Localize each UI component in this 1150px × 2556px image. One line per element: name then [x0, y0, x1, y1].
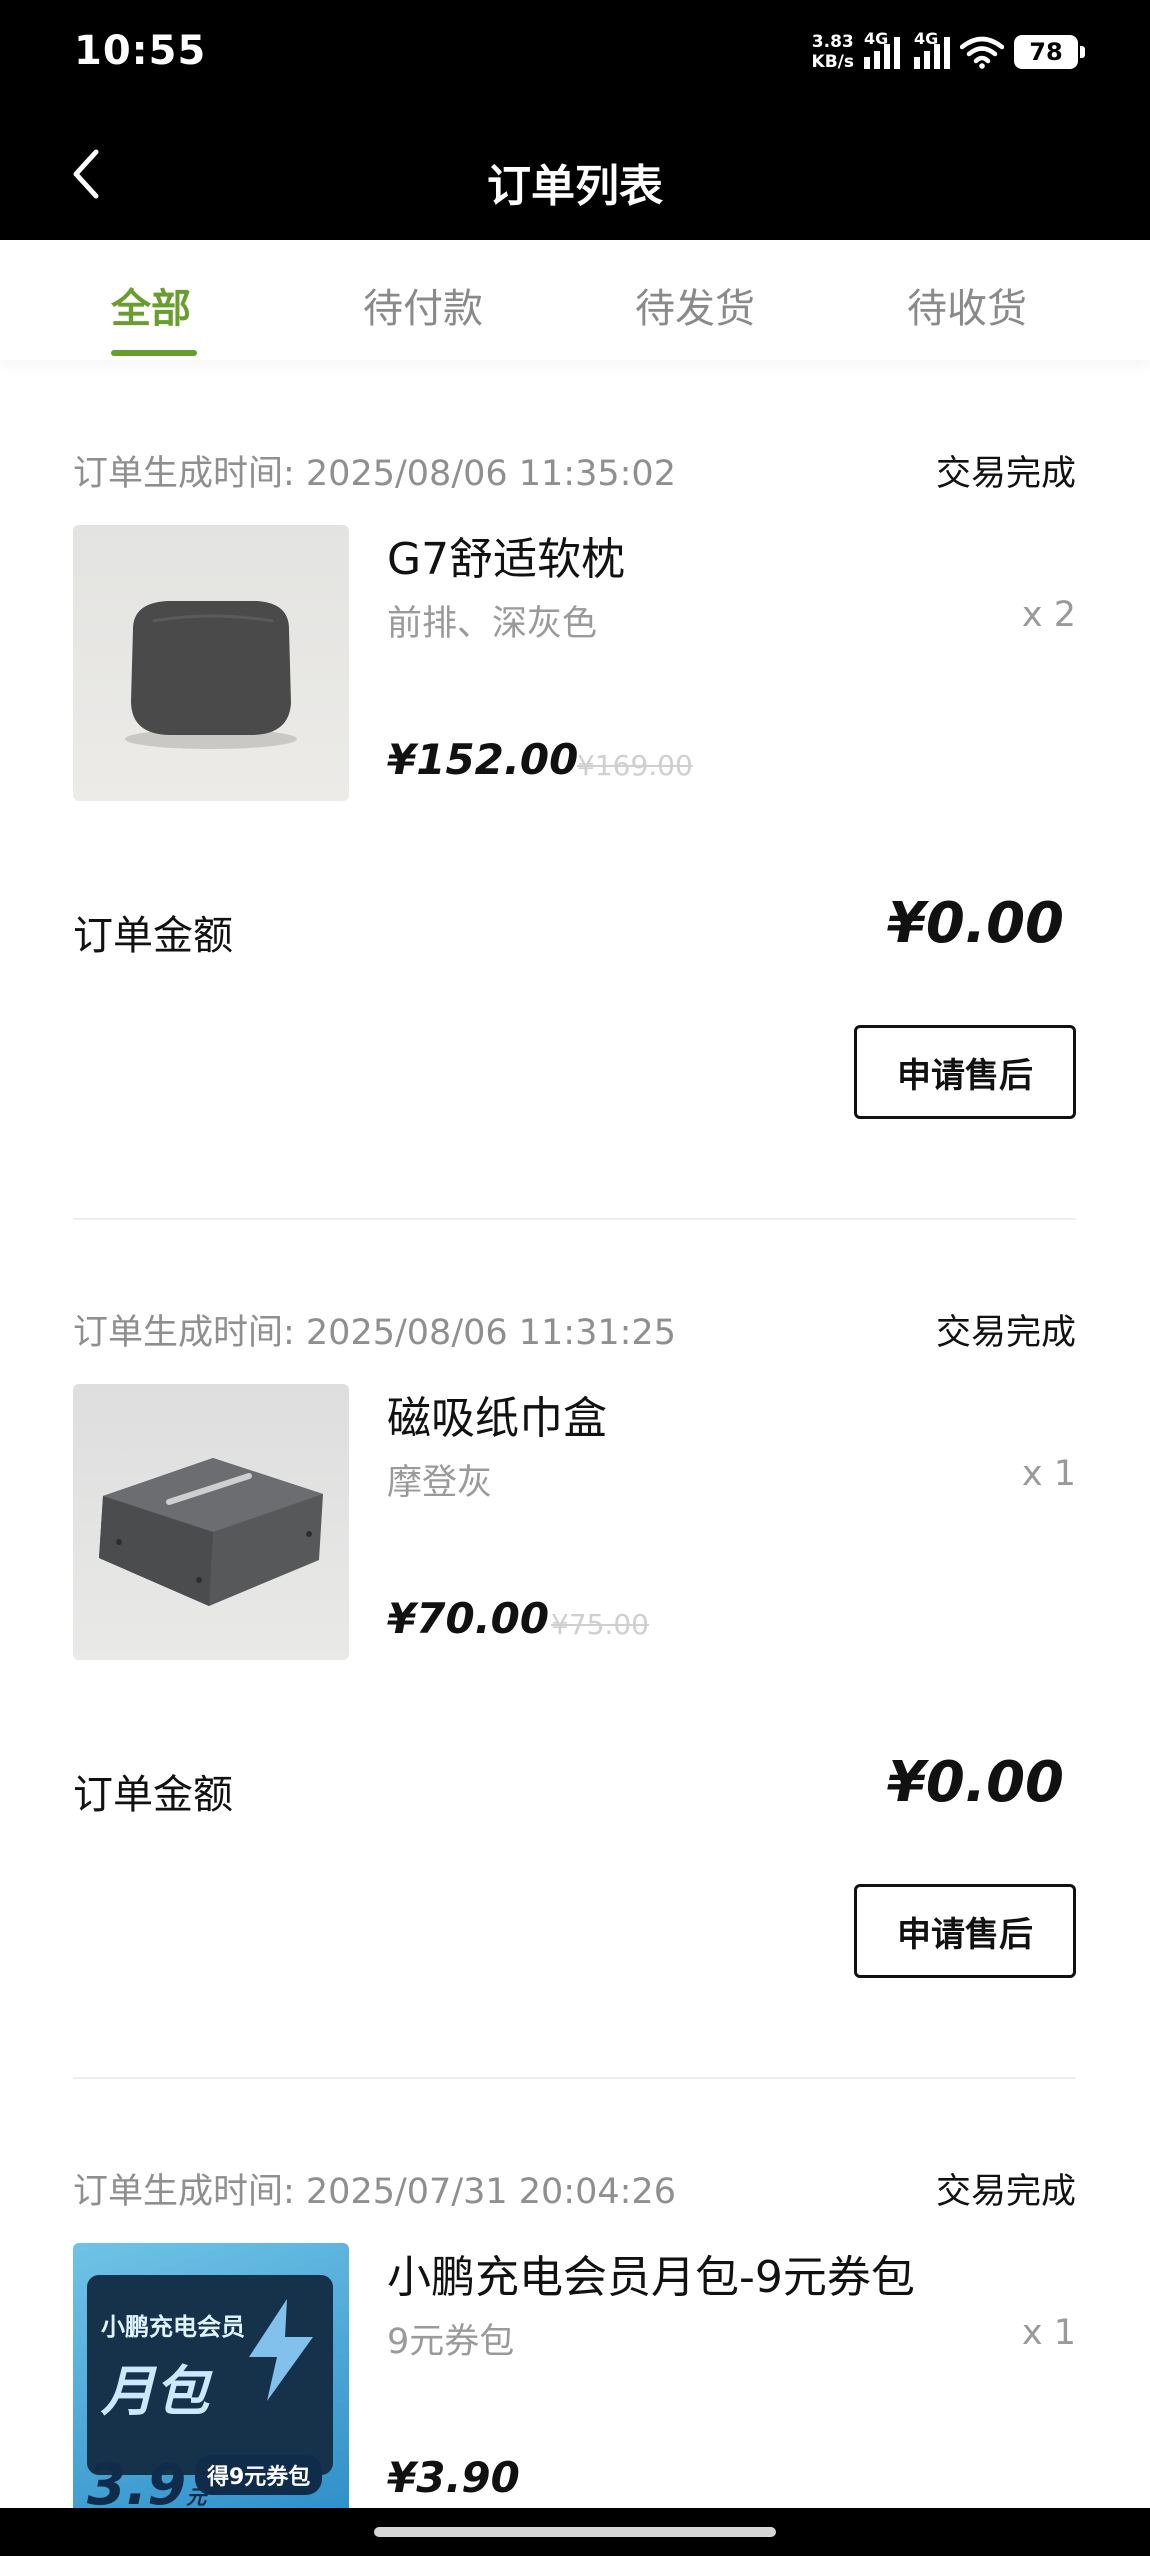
tab-pending-payment[interactable]: 待付款 — [363, 276, 483, 334]
lightning-icon — [249, 2299, 313, 2401]
product-name: 小鹏充电会员月包-9元券包 — [387, 2252, 915, 2303]
coupon-tag: 得9元券包 — [195, 2455, 323, 2495]
status-time: 10:55 — [74, 28, 207, 74]
order-time: 订单生成时间: 2025/08/06 11:35:02 — [73, 454, 676, 494]
order-card: 订单生成时间: 2025/08/06 11:31:25 交易完成 磁吸纸巾盒 摩… — [73, 1304, 1076, 2080]
active-tab-indicator — [111, 350, 197, 356]
product-quantity: x 1 — [1021, 1454, 1076, 1494]
coupon-card: 小鹏充电会员 月包 — [87, 2275, 333, 2475]
order-time: 订单生成时间: 2025/07/31 20:04:26 — [73, 2172, 676, 2212]
divider — [73, 1218, 1076, 1220]
order-amount: ¥0.00 — [886, 891, 1064, 956]
order-status: 交易完成 — [935, 2172, 1076, 2212]
tab-pending-receipt[interactable]: 待收货 — [907, 276, 1027, 334]
original-price: ¥169.00 — [577, 749, 693, 782]
order-time: 订单生成时间: 2025/08/06 11:31:25 — [73, 1313, 676, 1353]
product-image[interactable] — [73, 1384, 349, 1660]
product-spec: 9元券包 — [387, 2322, 515, 2362]
order-status: 交易完成 — [935, 454, 1076, 494]
tab-pending-shipment[interactable]: 待发货 — [635, 276, 755, 334]
status-bar: 10:55 3.83 KB/s 4G 4G 78 — [0, 0, 1150, 108]
pillow-image — [125, 601, 297, 749]
coupon-title: 月包 — [101, 2360, 209, 2423]
order-amount: ¥0.00 — [886, 1750, 1064, 1815]
order-card: 订单生成时间: 2025/07/31 20:04:26 交易完成 小鹏充电会员 … — [73, 2163, 1076, 2508]
product-image[interactable]: 小鹏充电会员 月包 3.9元 得9元券包 — [73, 2243, 349, 2508]
network-speed: 3.83 KB/s — [811, 32, 854, 72]
product-price: ¥152.00 — [387, 735, 579, 784]
divider — [73, 2077, 1076, 2079]
cellular-signal-icon: 4G — [914, 29, 950, 69]
order-status: 交易完成 — [935, 1313, 1076, 1353]
coupon-price: 3.9元 — [87, 2453, 207, 2508]
product-spec: 摩登灰 — [387, 1463, 493, 1503]
order-status-tabs: 全部 待付款 待发货 待收货 — [0, 240, 1150, 360]
product-spec: 前排、深灰色 — [387, 604, 598, 644]
order-card: 订单生成时间: 2025/08/06 11:35:02 交易完成 G7舒适软枕 … — [73, 445, 1076, 1221]
after-sales-button[interactable]: 申请售后 — [854, 1025, 1076, 1119]
after-sales-button[interactable]: 申请售后 — [854, 1884, 1076, 1978]
product-image[interactable] — [73, 525, 349, 801]
product-quantity: x 1 — [1021, 2313, 1076, 2353]
product-name: 磁吸纸巾盒 — [387, 1393, 607, 1444]
status-icons: 3.83 KB/s 4G 4G 78 — [811, 28, 1085, 76]
product-price: ¥3.90 — [387, 2453, 520, 2502]
wifi-icon — [960, 36, 1004, 69]
page-title: 订单列表 — [487, 161, 663, 212]
top-navigation-bar: 订单列表 — [0, 108, 1150, 240]
tab-all[interactable]: 全部 — [111, 276, 191, 334]
product-price: ¥70.00 — [387, 1594, 550, 1643]
order-amount-label: 订单金额 — [73, 1772, 233, 1818]
product-name: G7舒适软枕 — [387, 534, 626, 585]
order-amount-label: 订单金额 — [73, 913, 233, 959]
battery-icon: 78 — [1014, 35, 1085, 69]
original-price: ¥75.00 — [551, 1608, 649, 1641]
product-quantity: x 2 — [1021, 595, 1076, 635]
cellular-signal-icon: 4G — [864, 29, 900, 69]
tissue-box-image — [99, 1458, 323, 1606]
home-indicator[interactable] — [374, 2527, 776, 2537]
coupon-brand: 小鹏充电会员 — [101, 2313, 245, 2341]
